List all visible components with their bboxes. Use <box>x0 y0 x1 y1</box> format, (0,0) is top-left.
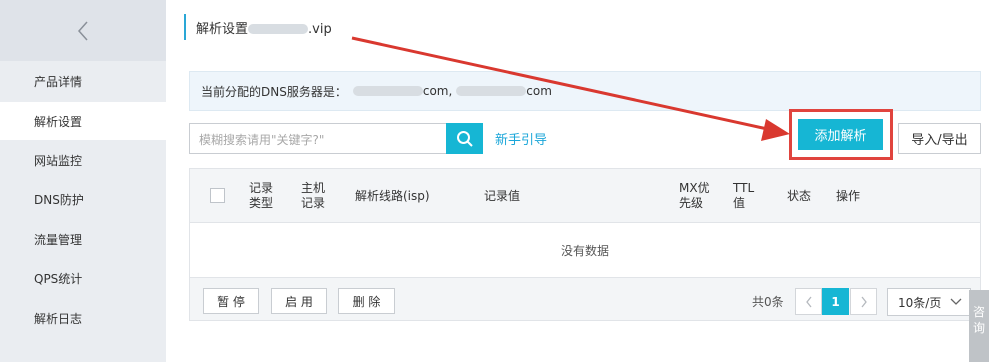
chevron-down-icon <box>950 298 962 305</box>
col-status: 状态 <box>787 188 812 203</box>
chevron-right-icon <box>860 296 867 307</box>
records-table: 记录 类型 主机 记录 解析线路(isp) 记录值 MX优 先级 TTL 值 状态 操作… <box>189 168 981 321</box>
search-icon <box>456 130 473 147</box>
sidebar-item-label: 解析设置 <box>34 114 83 129</box>
pause-button[interactable]: 暂 停 <box>203 288 259 314</box>
col-action: 操作 <box>836 188 861 203</box>
redacted-domain <box>248 24 309 34</box>
table-footer: 暂 停 启 用 删 除 共0条 1 10条/页 <box>190 278 980 320</box>
sidebar-item-qps[interactable]: QPS统计 <box>0 259 166 297</box>
select-all-checkbox[interactable] <box>210 188 225 203</box>
app-root: 产品详情 解析设置 网站监控 DNS防护 流量管理 QPS统计 解析日志 解析设… <box>0 0 989 362</box>
import-export-button[interactable]: 导入/导出 <box>898 123 981 154</box>
search-placeholder: 模糊搜索请用"关键字?" <box>199 133 325 147</box>
empty-state: 没有数据 <box>190 223 980 278</box>
sidebar-item-traffic[interactable]: 流量管理 <box>0 220 166 258</box>
sidebar-item-dns-protection[interactable]: DNS防护 <box>0 180 166 218</box>
enable-button[interactable]: 启 用 <box>271 288 327 314</box>
sidebar-item-label: QPS统计 <box>34 271 83 286</box>
sidebar-item-logs[interactable]: 解析日志 <box>0 299 166 337</box>
chevron-left-icon <box>77 21 88 40</box>
chevron-left-icon <box>805 296 812 307</box>
dns-server-1-suffix: com, <box>422 84 453 98</box>
page-title-text: 解析设置 <box>196 21 249 37</box>
consult-tab[interactable]: 咨 询 <box>969 290 989 362</box>
title-accent-bar <box>184 14 186 40</box>
col-ttl: TTL 值 <box>733 181 755 210</box>
dns-server-2-suffix: com <box>526 84 552 98</box>
col-value: 记录值 <box>484 188 521 203</box>
prev-page-button[interactable] <box>795 288 822 315</box>
sidebar-item-label: 流量管理 <box>34 232 83 247</box>
beginner-guide-link[interactable]: 新手引导 <box>495 129 547 148</box>
page-size-select[interactable]: 10条/页 <box>887 288 971 316</box>
page-title-suffix: .vip <box>308 21 332 37</box>
sidebar: 产品详情 解析设置 网站监控 DNS防护 流量管理 QPS统计 解析日志 <box>0 0 166 362</box>
sidebar-item-label: 产品详情 <box>34 74 83 89</box>
sidebar-item-label: 网站监控 <box>34 153 83 168</box>
add-record-button[interactable]: 添加解析 <box>798 119 883 150</box>
col-record-type: 记录 类型 <box>249 181 274 210</box>
search-button[interactable] <box>446 123 483 154</box>
dns-info-label: 当前分配的DNS服务器是： <box>201 84 347 99</box>
sidebar-item-dns-settings[interactable]: 解析设置 <box>0 102 166 140</box>
delete-button[interactable]: 删 除 <box>338 288 395 314</box>
dns-server-info: 当前分配的DNS服务器是： com, com <box>189 71 981 111</box>
page-number-current[interactable]: 1 <box>822 288 849 315</box>
col-line: 解析线路(isp) <box>355 188 430 203</box>
back-button[interactable] <box>0 0 166 61</box>
table-header: 记录 类型 主机 记录 解析线路(isp) 记录值 MX优 先级 TTL 值 状态 操作 <box>190 169 980 223</box>
page-size-value: 10条/页 <box>898 295 942 310</box>
next-page-button[interactable] <box>850 288 877 315</box>
sidebar-item-label: 解析日志 <box>34 311 83 326</box>
redacted-server-1 <box>352 86 423 96</box>
col-host: 主机 记录 <box>301 181 326 210</box>
redacted-server-2 <box>456 86 527 96</box>
page-title: 解析设置 .vip <box>184 14 332 40</box>
search-input[interactable]: 模糊搜索请用"关键字?" <box>189 123 483 154</box>
total-count: 共0条 <box>752 295 784 309</box>
sidebar-item-product-details[interactable]: 产品详情 <box>0 62 166 100</box>
col-mx: MX优 先级 <box>679 181 710 210</box>
sidebar-item-label: DNS防护 <box>34 192 84 207</box>
sidebar-item-site-monitor[interactable]: 网站监控 <box>0 141 166 179</box>
